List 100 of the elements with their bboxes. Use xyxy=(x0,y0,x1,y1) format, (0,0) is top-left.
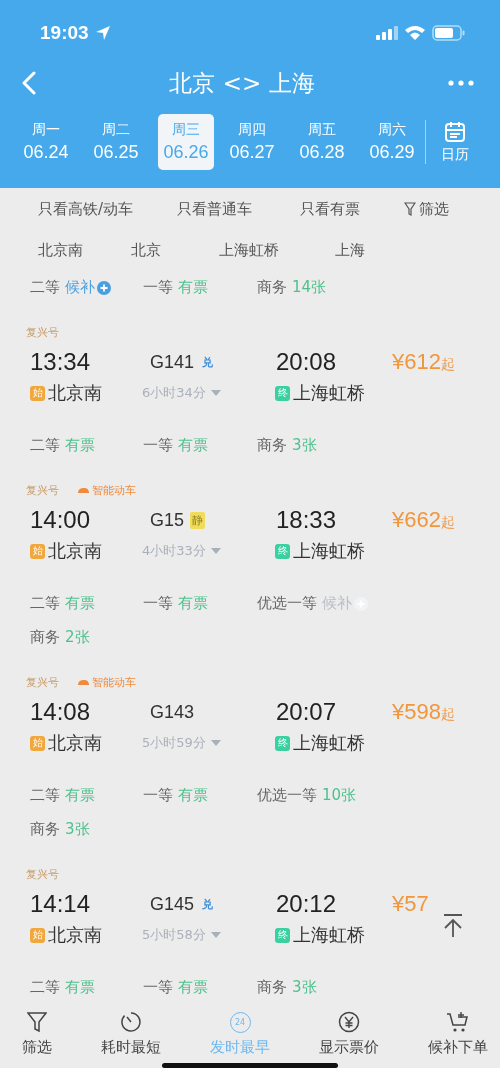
filter-button[interactable]: 筛选 xyxy=(404,199,450,219)
destination-badge: 终 xyxy=(275,543,290,559)
seat-class: 商务 xyxy=(30,628,60,647)
smart-train-label: 智能动车 xyxy=(92,482,136,498)
destination-badge: 终 xyxy=(275,927,290,943)
station-filter[interactable]: 上海虹桥 xyxy=(219,240,279,260)
train-tag: 兑 xyxy=(200,895,216,913)
status-time: 19:03 xyxy=(40,22,89,44)
bottom-nav-tab[interactable]: 显示票价 xyxy=(319,1010,379,1062)
departure-time: 14:14 xyxy=(30,890,92,918)
origin-station: 北京南 xyxy=(48,923,102,947)
station-filter[interactable]: 上海 xyxy=(335,240,365,260)
seat-class: 二等 xyxy=(30,278,60,297)
seat-class: 商务 xyxy=(30,820,60,839)
quick-filter[interactable]: 只看有票 xyxy=(300,199,361,219)
destination-station: 上海虹桥 xyxy=(293,731,365,755)
seat-availability: 有票 xyxy=(65,594,95,613)
seat-class: 一等 xyxy=(143,786,173,805)
timer-icon xyxy=(120,1011,142,1033)
seat-class: 一等 xyxy=(143,278,173,297)
train-tag: 静 xyxy=(190,511,206,529)
seat-class: 一等 xyxy=(143,978,173,997)
seat-class: 一等 xyxy=(143,594,173,613)
seat-availability: 3张 xyxy=(65,820,90,839)
seat-class: 一等 xyxy=(143,436,173,455)
station-filter[interactable]: 北京南 xyxy=(38,240,83,260)
train-tag: 兑 xyxy=(200,353,216,371)
seat-class: 商务 xyxy=(257,278,287,297)
seat-availability: 有票 xyxy=(65,436,95,455)
origin-station: 北京南 xyxy=(48,731,102,755)
train-number: G141 xyxy=(150,351,195,373)
price: ¥598起 xyxy=(391,699,456,725)
price: ¥662起 xyxy=(391,507,456,533)
destination-station: 上海虹桥 xyxy=(293,539,365,563)
back-icon xyxy=(22,71,36,95)
seat-availability: 有票 xyxy=(178,786,208,805)
quick-filter[interactable]: 只看普通车 xyxy=(177,199,253,219)
bottom-nav-tab[interactable]: 候补下单 xyxy=(428,1010,488,1062)
add-icon[interactable] xyxy=(97,280,111,295)
destination-station: 上海虹桥 xyxy=(293,381,365,405)
filter-icon xyxy=(404,202,417,216)
arrival-time: 20:08 xyxy=(275,348,338,376)
seat-availability: 有票 xyxy=(178,978,208,997)
bottom-nav-tab[interactable]: 筛选 xyxy=(22,1010,52,1062)
bottom-nav-tab[interactable]: 耗时最短 xyxy=(101,1010,161,1062)
origin-badge: 始 xyxy=(30,735,45,751)
seat-availability: 有票 xyxy=(178,594,208,613)
wifi-icon xyxy=(404,25,426,41)
seat-availability: 有票 xyxy=(178,278,208,297)
seat-class: 二等 xyxy=(30,594,60,613)
seat-class: 二等 xyxy=(30,436,60,455)
seat-availability: 2张 xyxy=(65,628,90,647)
quick-filter[interactable]: 只看高铁/动车 xyxy=(38,199,134,219)
seat-class: 二等 xyxy=(30,978,60,997)
seat-class: 商务 xyxy=(257,978,287,997)
train-brand: 复兴号 xyxy=(26,674,59,690)
origin-station: 北京南 xyxy=(48,381,102,405)
arrival-time: 20:12 xyxy=(275,890,338,918)
cart-icon xyxy=(446,1011,470,1033)
duration: 6小时34分 xyxy=(142,384,206,402)
caret-icon[interactable] xyxy=(210,740,221,746)
seat-availability: 14张 xyxy=(292,278,327,297)
caret-icon[interactable] xyxy=(210,932,221,938)
seat-availability: 有票 xyxy=(65,786,95,805)
arrival-time: 20:07 xyxy=(275,698,338,726)
duration: 5小时59分 xyxy=(142,734,206,752)
seat-class: 二等 xyxy=(30,786,60,805)
caret-icon[interactable] xyxy=(210,548,221,554)
station-filter[interactable]: 北京 xyxy=(131,240,161,260)
origin-station: 北京南 xyxy=(48,539,102,563)
caret-icon[interactable] xyxy=(210,390,221,396)
departure-time: 13:34 xyxy=(30,348,92,376)
train-brand: 复兴号 xyxy=(26,866,59,882)
seat-availability: 有票 xyxy=(65,978,95,997)
seat-class: 优选一等 xyxy=(257,786,317,805)
train-icon xyxy=(77,678,90,686)
seat-availability: 有票 xyxy=(178,436,208,455)
train-number: G15 xyxy=(150,509,185,531)
seat-availability: 候补 xyxy=(65,278,95,297)
train-icon xyxy=(77,486,90,494)
train-number: G145 xyxy=(150,893,195,915)
route-title: 北京 <> 上海 xyxy=(169,68,315,98)
departure-time: 14:08 xyxy=(30,698,92,726)
smart-train-label: 智能动车 xyxy=(92,674,136,690)
battery-icon xyxy=(432,25,466,41)
seat-availability: 3张 xyxy=(292,978,317,997)
duration: 5小时58分 xyxy=(142,926,206,944)
location-arrow-icon xyxy=(94,25,111,41)
seat-class: 优选一等 xyxy=(257,594,317,613)
price: ¥612起 xyxy=(391,349,456,375)
destination-station: 上海虹桥 xyxy=(293,923,365,947)
destination-badge: 终 xyxy=(275,385,290,401)
seat-class: 商务 xyxy=(257,436,287,455)
signal-icon xyxy=(376,26,398,40)
origin-badge: 始 xyxy=(30,385,45,401)
calendar-icon xyxy=(444,120,466,143)
yen-icon xyxy=(338,1011,360,1033)
filter-icon xyxy=(27,1011,47,1033)
destination-badge: 终 xyxy=(275,735,290,751)
origin-badge: 始 xyxy=(30,543,45,559)
